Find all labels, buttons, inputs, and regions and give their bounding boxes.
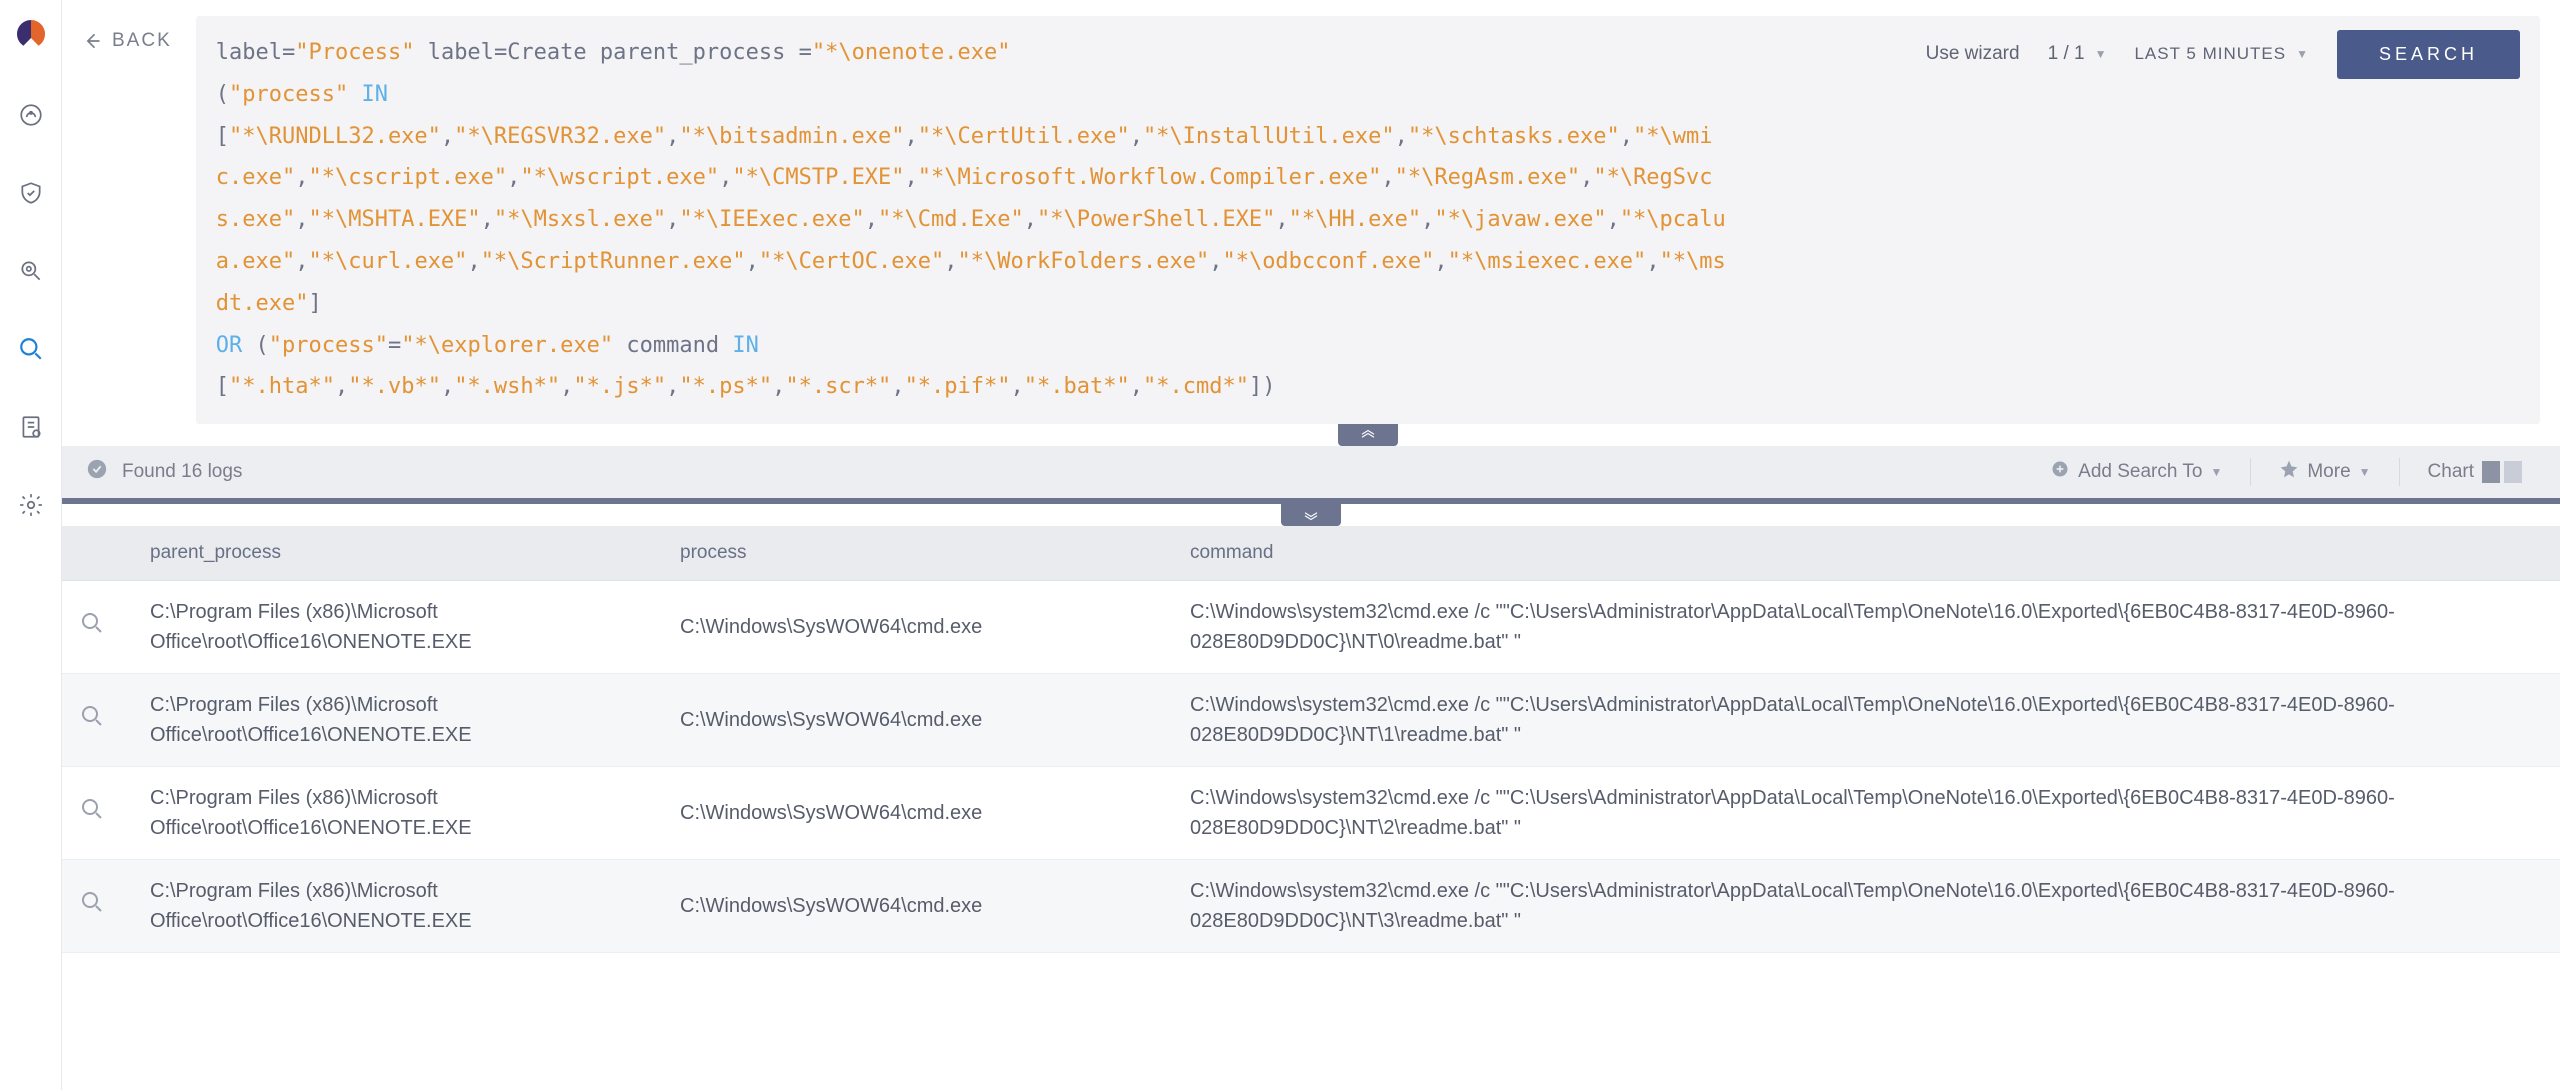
main-content: BACK Use wizard 1 / 1 ▼ LAST 5 MINUTES ▼ [62,0,2560,1090]
chevron-down-icon: ▼ [2095,43,2107,66]
use-wizard-link[interactable]: Use wizard [1926,36,2020,72]
reports-icon[interactable] [18,414,44,440]
table-row[interactable]: C:\Program Files (x86)\Microsoft Office\… [62,581,2560,674]
search-button[interactable]: SEARCH [2337,30,2520,79]
collapse-query-handle[interactable] [1338,424,1398,446]
cell-command: C:\Windows\system32\cmd.exe /c ""C:\User… [1172,581,2560,673]
row-inspect-icon[interactable] [80,897,104,919]
back-button[interactable]: BACK [82,16,172,52]
add-search-to-menu[interactable]: Add Search To ▼ [2036,459,2236,485]
sidebar [0,0,62,1090]
cell-process: C:\Windows\SysWOW64\cmd.exe [662,782,1172,844]
view-grid-icon[interactable] [2504,461,2522,483]
cell-parent-process: C:\Program Files (x86)\Microsoft Office\… [132,674,662,766]
add-search-to-label: Add Search To [2078,461,2202,483]
cell-command: C:\Windows\system32\cmd.exe /c ""C:\User… [1172,767,2560,859]
shield-icon[interactable] [18,180,44,206]
investigate-icon[interactable] [18,258,44,284]
cell-parent-process: C:\Program Files (x86)\Microsoft Office\… [132,860,662,952]
found-logs-text: Found 16 logs [122,461,242,483]
more-label: More [2307,461,2350,483]
back-label: BACK [112,30,172,52]
query-topbar: BACK Use wizard 1 / 1 ▼ LAST 5 MINUTES ▼ [62,0,2560,446]
table-row[interactable]: C:\Program Files (x86)\Microsoft Office\… [62,674,2560,767]
cell-process: C:\Windows\SysWOW64\cmd.exe [662,596,1172,658]
star-icon [2279,459,2299,485]
row-inspect-icon[interactable] [80,804,104,826]
query-editor[interactable]: Use wizard 1 / 1 ▼ LAST 5 MINUTES ▼ SEAR… [196,16,2540,424]
time-range-selector[interactable]: LAST 5 MINUTES ▼ [2134,38,2309,70]
col-process[interactable]: process [662,526,1172,580]
view-toggle [2482,461,2522,483]
chart-label: Chart [2428,461,2474,483]
cell-process: C:\Windows\SysWOW64\cmd.exe [662,875,1172,937]
cell-process: C:\Windows\SysWOW64\cmd.exe [662,689,1172,751]
row-inspect-icon[interactable] [80,618,104,640]
search-icon[interactable] [18,336,44,362]
table-row[interactable]: C:\Program Files (x86)\Microsoft Office\… [62,767,2560,860]
dashboard-icon[interactable] [18,102,44,128]
query-text: label="Process" label=Create parent_proc… [216,32,1736,408]
plus-circle-icon [2050,459,2070,485]
time-range-text: LAST 5 MINUTES [2134,38,2286,70]
results-bar: Found 16 logs Add Search To ▼ More ▼ Cha… [62,446,2560,498]
cell-command: C:\Windows\system32\cmd.exe /c ""C:\User… [1172,674,2560,766]
cell-parent-process: C:\Program Files (x86)\Microsoft Office\… [132,767,662,859]
table-row[interactable]: C:\Program Files (x86)\Microsoft Office\… [62,860,2560,953]
col-command[interactable]: command [1172,526,2560,580]
expand-results-handle[interactable] [1281,504,1341,526]
cell-command: C:\Windows\system32\cmd.exe /c ""C:\User… [1172,860,2560,952]
chevron-down-icon: ▼ [2359,465,2371,479]
results-table: parent_process process command C:\Progra… [62,526,2560,953]
settings-icon[interactable] [18,492,44,518]
more-menu[interactable]: More ▼ [2265,459,2384,485]
chevron-down-icon: ▼ [2210,465,2222,479]
table-body: C:\Program Files (x86)\Microsoft Office\… [62,581,2560,953]
chevron-down-icon: ▼ [2296,43,2309,66]
pager-text: 1 / 1 [2048,36,2085,72]
pager[interactable]: 1 / 1 ▼ [2048,36,2107,72]
table-header: parent_process process command [62,526,2560,581]
view-list-icon[interactable] [2482,461,2500,483]
check-circle-icon [86,458,108,486]
col-parent-process[interactable]: parent_process [132,526,662,580]
cell-parent-process: C:\Program Files (x86)\Microsoft Office\… [132,581,662,673]
chart-toggle[interactable]: Chart [2414,461,2536,483]
row-inspect-icon[interactable] [80,711,104,733]
app-logo-icon [15,18,47,50]
